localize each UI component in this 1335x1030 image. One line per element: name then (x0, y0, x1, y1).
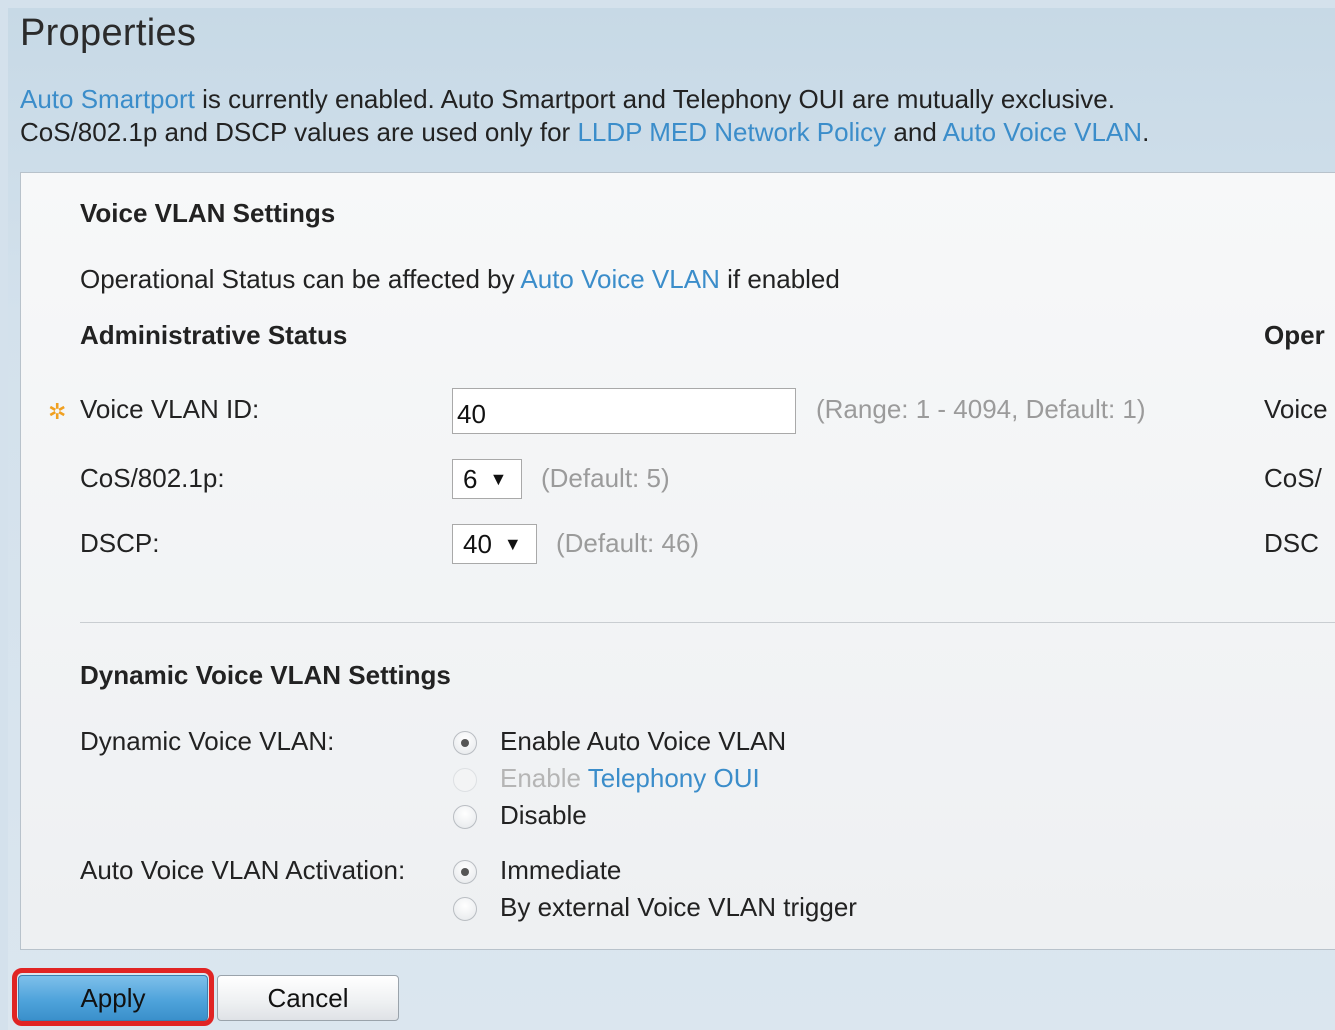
radio-external-trigger[interactable] (453, 897, 477, 921)
radio-immediate[interactable] (453, 860, 477, 884)
cos-select-value: 6 (463, 463, 478, 494)
external-trigger-label: By external Voice VLAN trigger (500, 892, 857, 922)
info-line-suffix: . (1142, 117, 1150, 147)
enable-telephony-prefix: Enable (500, 763, 581, 793)
auto-voice-vlan-link[interactable]: Auto Voice VLAN (943, 117, 1142, 147)
radio-disable[interactable] (453, 805, 477, 829)
dropdown-arrow-icon: ▼ (489, 468, 508, 489)
info-line-smartport: Auto Smartport is currently enabled. Aut… (20, 84, 1115, 115)
op-note-prefix: Operational Status can be affected by (80, 264, 515, 294)
disable-label: Disable (500, 800, 587, 830)
info-line-prefix: CoS/802.1p and DSCP values are used only… (20, 117, 571, 147)
cos-hint: (Default: 5) (541, 463, 670, 493)
cancel-button[interactable]: Cancel (217, 975, 399, 1021)
operational-status-heading: Oper (1264, 320, 1325, 350)
section-divider (80, 622, 1335, 623)
op-note-suffix: if enabled (727, 264, 840, 294)
cos-select[interactable]: 6 ▼ (452, 459, 522, 499)
dscp-hint: (Default: 46) (556, 528, 700, 558)
op-note-auto-voice-vlan-link[interactable]: Auto Voice VLAN (520, 264, 719, 294)
oper-cos-label: CoS/ (1264, 463, 1322, 493)
lldp-med-network-policy-link[interactable]: LLDP MED Network Policy (577, 117, 886, 147)
enable-auto-voice-vlan-label: Enable Auto Voice VLAN (500, 726, 787, 756)
oper-dscp-label: DSC (1264, 528, 1319, 558)
dscp-label: DSCP: (80, 528, 160, 558)
auto-smartport-link[interactable]: Auto Smartport (20, 84, 195, 114)
cos-label: CoS/802.1p: (80, 463, 225, 493)
administrative-status-heading: Administrative Status (80, 320, 348, 350)
page-title: Properties (20, 12, 197, 54)
radio-enable-auto-voice-vlan[interactable] (453, 731, 477, 755)
dropdown-arrow-icon: ▼ (503, 533, 522, 554)
voice-vlan-id-input[interactable] (452, 388, 796, 434)
auto-voice-vlan-activation-label: Auto Voice VLAN Activation: (80, 855, 406, 885)
voice-vlan-id-label: Voice VLAN ID: (80, 394, 260, 424)
info-line-text: is currently enabled. Auto Smartport and… (202, 84, 1115, 114)
dscp-select-value: 40 (463, 528, 492, 559)
operational-status-note: Operational Status can be affected by Au… (80, 264, 840, 295)
required-field-icon: ✲ (48, 399, 67, 424)
voice-vlan-settings-heading: Voice VLAN Settings (80, 198, 336, 228)
info-line-cos-dscp: CoS/802.1p and DSCP values are used only… (20, 117, 1149, 148)
apply-highlight-outline (12, 968, 214, 1026)
immediate-label: Immediate (500, 855, 622, 885)
dynamic-voice-vlan-settings-heading: Dynamic Voice VLAN Settings (80, 660, 451, 690)
telephony-oui-link[interactable]: Telephony OUI (588, 763, 760, 793)
enable-telephony-oui-label: Enable Telephony OUI (500, 763, 760, 794)
oper-voice-vlan-id-label: Voice (1264, 394, 1328, 424)
dynamic-voice-vlan-label: Dynamic Voice VLAN: (80, 726, 335, 756)
dscp-select[interactable]: 40 ▼ (452, 524, 537, 564)
voice-vlan-id-hint: (Range: 1 - 4094, Default: 1) (816, 394, 1146, 424)
info-line-and: and (893, 117, 937, 147)
radio-enable-telephony-oui[interactable] (453, 768, 477, 792)
